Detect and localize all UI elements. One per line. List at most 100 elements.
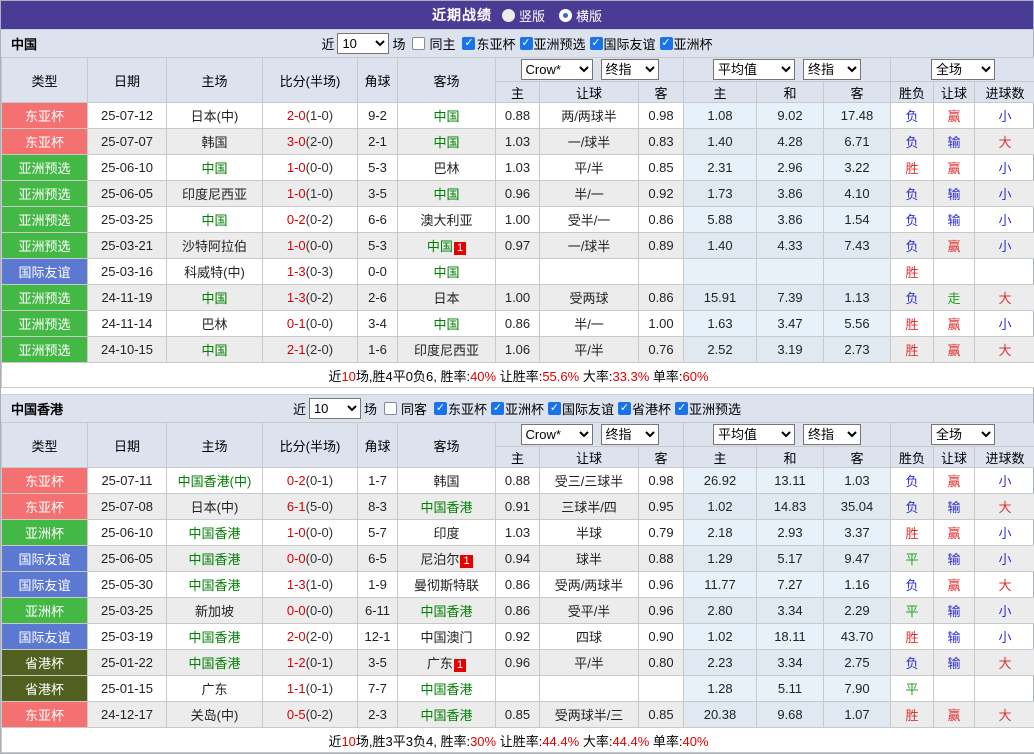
bookmaker-select[interactable]: Crow*: [521, 424, 593, 445]
sub-col-avg-draw: 和: [757, 447, 824, 468]
away-cell: 印度: [398, 520, 496, 546]
result-winloss: 平: [891, 546, 934, 572]
league-label: 亚洲杯: [505, 399, 544, 418]
away-cell: 中国: [398, 259, 496, 285]
result-winloss: 胜: [891, 337, 934, 363]
type-cell: 亚洲杯: [2, 520, 88, 546]
result-handicap: 输: [934, 598, 975, 624]
radio-selected-icon[interactable]: [559, 9, 572, 22]
fulltime-select[interactable]: 全场: [931, 424, 995, 445]
away-team: 中国香港: [420, 604, 472, 619]
home-team: 新加坡: [195, 604, 234, 619]
sub-col-handicap: 让球: [540, 82, 639, 103]
sub-col-avg-home: 主: [684, 447, 757, 468]
final-avg-select[interactable]: 终指: [803, 59, 861, 80]
away-cell: 印度尼西亚: [398, 337, 496, 363]
type-cell: 亚洲预选: [2, 285, 88, 311]
checkbox-checked-icon[interactable]: ✓: [590, 37, 603, 50]
date-cell: 25-06-10: [88, 520, 167, 546]
type-cell: 亚洲预选: [2, 155, 88, 181]
home-team: 巴林: [201, 317, 227, 332]
league-filter[interactable]: ✓东亚杯: [430, 399, 487, 418]
league-filter[interactable]: ✓省港杯: [614, 399, 671, 418]
home-cell: 关岛(中): [167, 702, 263, 728]
home-team: 中国香港: [188, 656, 240, 671]
checkbox-checked-icon[interactable]: ✓: [675, 402, 688, 415]
result-winloss: 负: [891, 468, 934, 494]
odds-away: [639, 676, 684, 702]
avg-away: 7.43: [824, 233, 891, 259]
avg-home: 1.40: [684, 233, 757, 259]
type-cell: 省港杯: [2, 676, 88, 702]
league-filter[interactable]: ✓东亚杯: [458, 34, 515, 53]
final-odds-select[interactable]: 终指: [601, 59, 659, 80]
radio-horizontal-layout[interactable]: 横版: [559, 6, 602, 25]
match-count-select[interactable]: 10: [337, 33, 389, 54]
result-winloss: 负: [891, 494, 934, 520]
average-select[interactable]: 平均值: [713, 424, 795, 445]
average-select[interactable]: 平均值: [713, 59, 795, 80]
match-row: 省港杯25-01-22中国香港1-2(0-1)3-5广东10.96平/半0.80…: [2, 650, 1034, 676]
checkbox-checked-icon[interactable]: ✓: [548, 402, 561, 415]
bookmaker-select[interactable]: Crow*: [521, 59, 593, 80]
match-row: 亚洲预选25-06-10中国1-0(0-0)5-3巴林1.03平/半0.852.…: [2, 155, 1034, 181]
home-cell: 中国: [167, 285, 263, 311]
odds-away: 0.95: [639, 494, 684, 520]
league-filter[interactable]: ✓亚洲杯: [656, 34, 713, 53]
checkbox-checked-icon[interactable]: ✓: [462, 37, 475, 50]
final-avg-select[interactable]: 终指: [803, 424, 861, 445]
score-cell: 2-0(2-0): [263, 624, 358, 650]
league-filter[interactable]: ✓国际友谊: [544, 399, 614, 418]
date-cell: 24-12-17: [88, 702, 167, 728]
checkbox-unchecked-icon[interactable]: [412, 37, 425, 50]
checkbox-checked-icon[interactable]: ✓: [491, 402, 504, 415]
league-filter[interactable]: ✓亚洲杯: [487, 399, 544, 418]
result-winloss: 平: [891, 598, 934, 624]
checkbox-unchecked-icon[interactable]: [384, 402, 397, 415]
league-label: 东亚杯: [476, 34, 515, 53]
col-score: 比分(半场): [263, 423, 358, 468]
home-team: 科威特(中): [184, 265, 245, 280]
type-cell: 东亚杯: [2, 468, 88, 494]
league-filter[interactable]: ✓国际友谊: [586, 34, 656, 53]
sub-col-winloss: 胜负: [891, 447, 934, 468]
odds-away: 0.79: [639, 520, 684, 546]
away-team: 中国香港: [420, 708, 472, 723]
score-cell: 0-0(0-0): [263, 546, 358, 572]
home-cell: 中国香港: [167, 624, 263, 650]
radio-unselected-icon[interactable]: [502, 9, 515, 22]
odds-handicap: 一/球半: [540, 129, 639, 155]
odds-handicap: 半球: [540, 520, 639, 546]
section-header-hongkong: 中国香港 近 10 场 同客 ✓东亚杯✓亚洲杯✓国际友谊✓省港杯✓亚洲预选: [1, 394, 1033, 422]
avg-draw: 3.47: [757, 311, 824, 337]
away-team: 广东: [427, 656, 453, 671]
away-cell: 中国香港: [398, 494, 496, 520]
result-goals: 小: [975, 233, 1034, 259]
league-filter[interactable]: ✓亚洲预选: [516, 34, 586, 53]
checkbox-checked-icon[interactable]: ✓: [434, 402, 447, 415]
result-handicap: 赢: [934, 520, 975, 546]
filters: 近 10 场 同主 ✓东亚杯✓亚洲预选✓国际友谊✓亚洲杯: [321, 33, 712, 54]
checkbox-checked-icon[interactable]: ✓: [660, 37, 673, 50]
match-count-select[interactable]: 10: [309, 398, 361, 419]
team-name: 中国: [11, 34, 37, 53]
col-away: 客场: [398, 423, 496, 468]
type-cell: 国际友谊: [2, 546, 88, 572]
result-handicap: [934, 259, 975, 285]
odds-handicap: 平/半: [540, 650, 639, 676]
result-goals: 大: [975, 285, 1034, 311]
league-filter[interactable]: ✓亚洲预选: [671, 399, 741, 418]
home-cell: 中国香港(中): [167, 468, 263, 494]
odds-away: 0.96: [639, 598, 684, 624]
sub-col-avg-home: 主: [684, 82, 757, 103]
checkbox-checked-icon[interactable]: ✓: [618, 402, 631, 415]
fulltime-select[interactable]: 全场: [931, 59, 995, 80]
away-team: 中国澳门: [420, 630, 472, 645]
radio-vertical-layout[interactable]: 竖版: [502, 6, 545, 25]
section-header-china: 中国 近 10 场 同主 ✓东亚杯✓亚洲预选✓国际友谊✓亚洲杯: [1, 29, 1033, 57]
odds-away: 0.85: [639, 155, 684, 181]
checkbox-checked-icon[interactable]: ✓: [520, 37, 533, 50]
final-odds-select[interactable]: 终指: [601, 424, 659, 445]
type-cell: 国际友谊: [2, 572, 88, 598]
away-team: 中国: [433, 317, 459, 332]
